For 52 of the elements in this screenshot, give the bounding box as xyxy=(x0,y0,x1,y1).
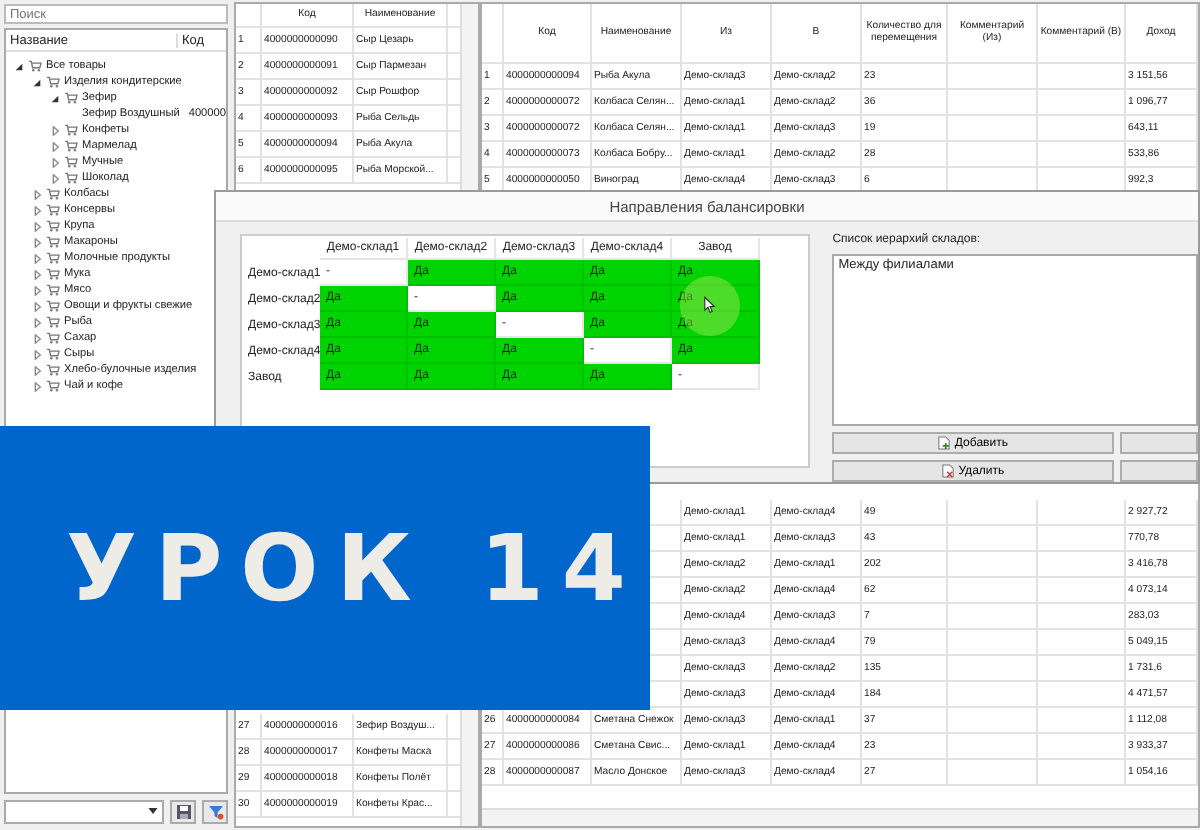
collapsed-triangle-icon[interactable] xyxy=(32,317,42,327)
cart-icon xyxy=(46,220,60,232)
cart-icon xyxy=(46,300,60,312)
cart-icon xyxy=(46,268,60,280)
collapsed-triangle-icon[interactable] xyxy=(32,205,42,215)
cart-icon xyxy=(46,188,60,200)
cart-icon xyxy=(46,380,60,392)
cart-icon xyxy=(64,140,78,152)
cart-icon xyxy=(64,156,78,168)
collapsed-triangle-icon[interactable] xyxy=(32,381,42,391)
side-button[interactable] xyxy=(1120,460,1198,482)
cart-icon xyxy=(64,172,78,184)
collapsed-triangle-icon[interactable] xyxy=(32,189,42,199)
collapsed-triangle-icon[interactable] xyxy=(32,237,42,247)
collapsed-triangle-icon[interactable] xyxy=(50,141,60,151)
filter-icon xyxy=(207,803,223,819)
cart-icon xyxy=(46,332,60,344)
cart-icon xyxy=(46,348,60,360)
collapsed-triangle-icon[interactable] xyxy=(32,365,42,375)
cursor-icon xyxy=(704,296,716,314)
expanded-triangle-icon[interactable] xyxy=(14,61,24,71)
cart-icon xyxy=(28,60,42,72)
collapsed-triangle-icon[interactable] xyxy=(32,333,42,343)
cart-icon xyxy=(46,204,60,216)
banner-title: УРОК 14 xyxy=(66,514,644,622)
collapsed-triangle-icon[interactable] xyxy=(32,253,42,263)
caret-icon xyxy=(148,808,158,814)
collapsed-triangle-icon[interactable] xyxy=(32,269,42,279)
cart-icon xyxy=(46,364,60,376)
cart-icon xyxy=(46,284,60,296)
click-highlight xyxy=(680,276,740,336)
cart-icon xyxy=(46,76,60,88)
collapsed-triangle-icon[interactable] xyxy=(50,125,60,135)
collapsed-triangle-icon[interactable] xyxy=(32,349,42,359)
cart-icon xyxy=(46,316,60,328)
collapsed-triangle-icon[interactable] xyxy=(50,157,60,167)
collapsed-triangle-icon[interactable] xyxy=(32,301,42,311)
cart-icon xyxy=(46,252,60,264)
cart-icon xyxy=(64,124,78,136)
collapsed-triangle-icon[interactable] xyxy=(50,173,60,183)
expanded-triangle-icon[interactable] xyxy=(50,93,60,103)
collapsed-triangle-icon[interactable] xyxy=(32,221,42,231)
cart-icon xyxy=(64,92,78,104)
document-cross-icon xyxy=(942,464,955,478)
expanded-triangle-icon[interactable] xyxy=(32,77,42,87)
filter-button[interactable] xyxy=(202,799,228,823)
document-plus-icon xyxy=(938,436,951,450)
side-button[interactable] xyxy=(1120,432,1198,454)
save-button[interactable] xyxy=(170,799,196,823)
cart-icon xyxy=(46,236,60,248)
collapsed-triangle-icon[interactable] xyxy=(32,285,42,295)
scrollbar[interactable] xyxy=(482,808,1198,826)
